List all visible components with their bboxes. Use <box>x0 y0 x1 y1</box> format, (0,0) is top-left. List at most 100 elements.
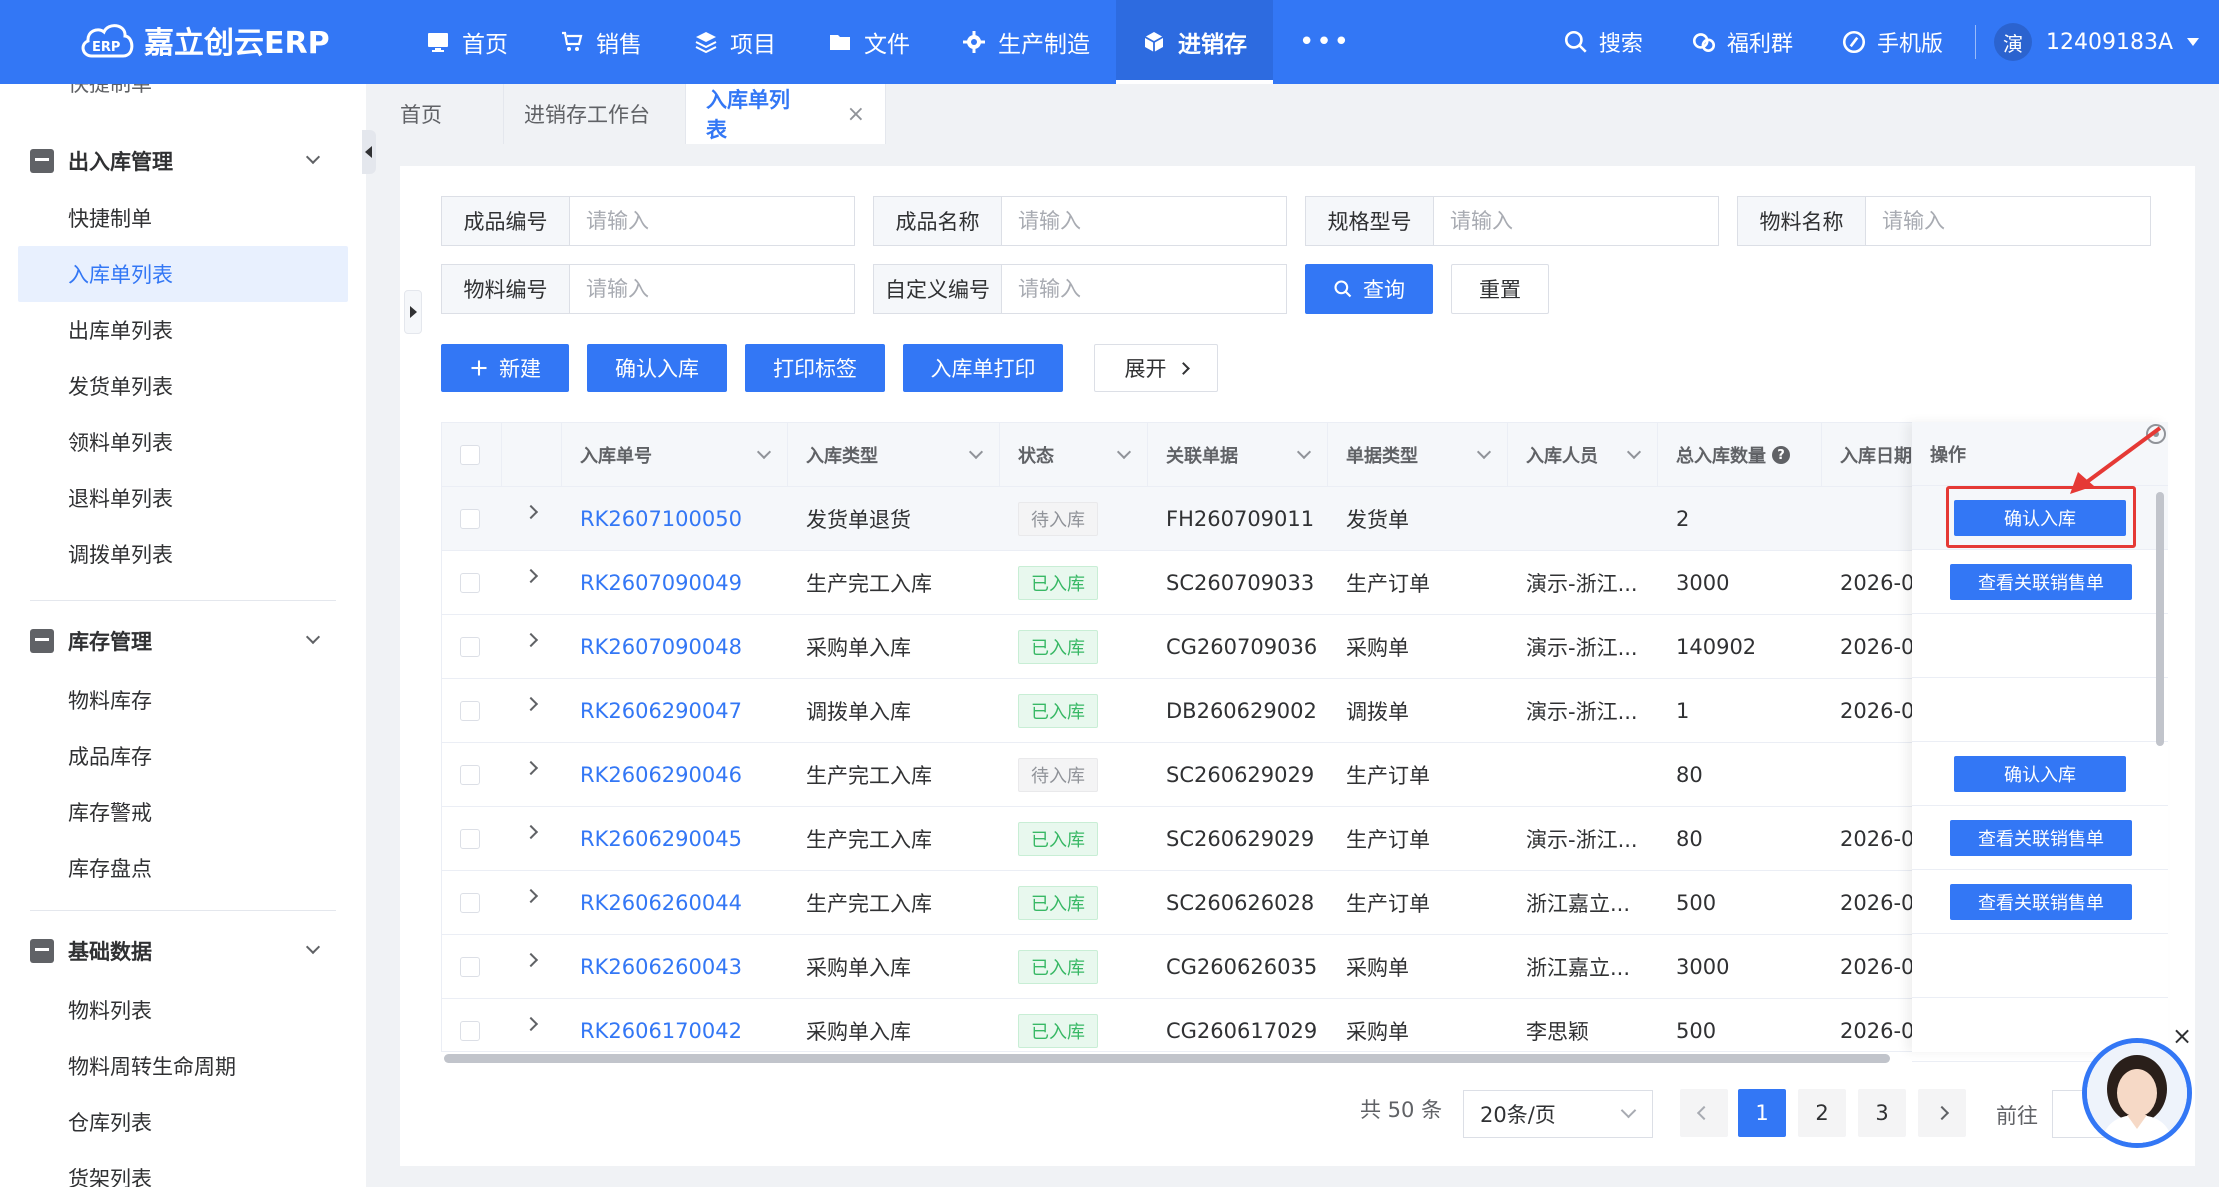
row-confirm-inbound-button[interactable]: 确认入库 <box>1954 756 2126 792</box>
row-view-sales-button[interactable]: 查看关联销售单 <box>1950 820 2132 856</box>
header-inbound-type[interactable]: 入库类型 <box>788 423 1000 487</box>
sidebar-item-shelf-list[interactable]: 货架列表 <box>18 1150 348 1187</box>
table-row[interactable]: RK2606170042 采购单入库 已入库 CG260617029 采购单 李思颖 500… <box>442 999 2167 1051</box>
cell-inbound-no-text[interactable]: RK2606290045 <box>580 827 742 851</box>
nav-project[interactable]: 项目 <box>668 0 802 84</box>
cell-inbound-no[interactable]: RK2606260043 <box>562 935 788 999</box>
spec-model-input[interactable] <box>1434 197 1718 245</box>
header-person[interactable]: 入库人员 <box>1508 423 1658 487</box>
cell-inbound-no-text[interactable]: RK2607100050 <box>580 507 742 531</box>
expand-row-icon[interactable] <box>523 696 539 712</box>
row-checkbox[interactable] <box>460 701 480 721</box>
row-checkbox[interactable] <box>460 1021 480 1041</box>
sidebar-item-stock-count[interactable]: 库存盘点 <box>18 840 348 896</box>
row-checkbox[interactable] <box>460 509 480 529</box>
product-name-input[interactable] <box>1002 197 1286 245</box>
product-code-input[interactable] <box>570 197 854 245</box>
page-size-select[interactable]: 20条/页 <box>1463 1090 1653 1138</box>
sidebar-group-stock[interactable]: 库存管理 <box>30 616 340 666</box>
reset-button[interactable]: 重置 <box>1451 264 1549 314</box>
material-name-input[interactable] <box>1866 197 2150 245</box>
mobile-version-tool[interactable]: 手机版 <box>1817 26 1967 58</box>
nav-inventory[interactable]: 进销存 <box>1116 0 1273 84</box>
sidebar-item-quick-order[interactable]: 快捷制单 <box>18 190 348 246</box>
row-checkbox[interactable] <box>460 573 480 593</box>
sidebar-cut-item[interactable]: 快捷制单 <box>68 84 152 98</box>
cell-inbound-no-text[interactable]: RK2606260043 <box>580 955 742 979</box>
expand-row-icon[interactable] <box>523 504 539 520</box>
sidebar-item-outbound-list[interactable]: 出库单列表 <box>18 302 348 358</box>
header-inbound-no[interactable]: 入库单号 <box>562 423 788 487</box>
page-1-button[interactable]: 1 <box>1738 1089 1786 1137</box>
row-view-sales-button[interactable]: 查看关联销售单 <box>1950 564 2132 600</box>
horizontal-scrollbar[interactable] <box>444 1054 1890 1063</box>
cell-inbound-no-text[interactable]: RK2606170042 <box>580 1019 742 1043</box>
close-icon[interactable]: × <box>847 102 865 127</box>
row-checkbox[interactable] <box>460 637 480 657</box>
next-page-button[interactable] <box>1918 1089 1966 1137</box>
cell-inbound-no[interactable]: RK2607090049 <box>562 551 788 615</box>
cell-inbound-no[interactable]: RK2606290045 <box>562 807 788 871</box>
expand-row-icon[interactable] <box>523 632 539 648</box>
help-icon[interactable]: ? <box>1772 446 1790 464</box>
sidebar-item-product-stock[interactable]: 成品库存 <box>18 728 348 784</box>
header-ref-doc[interactable]: 关联单据 <box>1148 423 1328 487</box>
cell-inbound-no[interactable]: RK2607100050 <box>562 487 788 551</box>
confirm-inbound-button[interactable]: 确认入库 <box>587 344 727 392</box>
tab-inventory-workbench[interactable]: 进销存工作台 <box>504 84 686 144</box>
sidebar-collapse-handle[interactable] <box>362 130 376 174</box>
row-checkbox[interactable] <box>460 957 480 977</box>
cell-inbound-no-text[interactable]: RK2607090049 <box>580 571 742 595</box>
expand-button[interactable]: 展开 <box>1094 344 1218 392</box>
vertical-scrollbar[interactable] <box>2156 492 2164 746</box>
sidebar-item-inbound-list[interactable]: 入库单列表 <box>18 246 348 302</box>
sidebar-item-material-stock[interactable]: 物料库存 <box>18 672 348 728</box>
page-3-button[interactable]: 3 <box>1858 1089 1906 1137</box>
search-tool[interactable]: 搜索 <box>1539 26 1667 58</box>
cell-inbound-no-text[interactable]: RK2607090048 <box>580 635 742 659</box>
table-row[interactable]: RK2606290047 调拨单入库 已入库 DB260629002 调拨单 演示-浙江.… <box>442 679 2167 743</box>
table-row[interactable]: RK2607090048 采购单入库 已入库 CG260709036 采购单 演示-浙江.… <box>442 615 2167 679</box>
cell-inbound-no[interactable]: RK2606260044 <box>562 871 788 935</box>
page-2-button[interactable]: 2 <box>1798 1089 1846 1137</box>
cell-inbound-no-text[interactable]: RK2606290046 <box>580 763 742 787</box>
row-view-sales-button[interactable]: 查看关联销售单 <box>1950 884 2132 920</box>
table-row[interactable]: RK2606260043 采购单入库 已入库 CG260626035 采购单 浙江嘉立..… <box>442 935 2167 999</box>
welfare-group-tool[interactable]: 福利群 <box>1667 26 1817 58</box>
sidebar-item-material-list[interactable]: 物料列表 <box>18 982 348 1038</box>
table-row[interactable]: RK2606290045 生产完工入库 已入库 SC260629029 生产订单 演示-浙… <box>442 807 2167 871</box>
new-button[interactable]: 新建 <box>441 344 569 392</box>
expand-row-icon[interactable] <box>523 824 539 840</box>
assistant-avatar[interactable] <box>2082 1038 2192 1148</box>
header-doc-type[interactable]: 单据类型 <box>1328 423 1508 487</box>
nav-home[interactable]: 首页 <box>400 0 534 84</box>
print-inbound-button[interactable]: 入库单打印 <box>903 344 1063 392</box>
filter-expand-handle[interactable] <box>404 290 422 334</box>
query-button[interactable]: 查询 <box>1305 264 1433 314</box>
cell-inbound-no-text[interactable]: RK2606260044 <box>580 891 742 915</box>
table-row[interactable]: RK2606260044 生产完工入库 已入库 SC260626028 生产订单 浙江嘉立… <box>442 871 2167 935</box>
print-label-button[interactable]: 打印标签 <box>745 344 885 392</box>
sidebar-item-delivery-list[interactable]: 发货单列表 <box>18 358 348 414</box>
expand-row-icon[interactable] <box>523 1016 539 1032</box>
material-code-input[interactable] <box>570 265 854 313</box>
header-status[interactable]: 状态 <box>1000 423 1148 487</box>
cell-inbound-no[interactable]: RK2606290046 <box>562 743 788 807</box>
sidebar-item-material-lifecycle[interactable]: 物料周转生命周期 <box>18 1038 348 1094</box>
cell-inbound-no[interactable]: RK2606170042 <box>562 999 788 1051</box>
row-checkbox[interactable] <box>460 765 480 785</box>
expand-row-icon[interactable] <box>523 888 539 904</box>
sidebar-item-warehouse-list[interactable]: 仓库列表 <box>18 1094 348 1150</box>
close-icon[interactable]: × <box>2172 1022 2192 1050</box>
custom-code-input[interactable] <box>1002 265 1286 313</box>
select-all-checkbox[interactable] <box>460 445 480 465</box>
sidebar-item-stock-alert[interactable]: 库存警戒 <box>18 784 348 840</box>
row-checkbox[interactable] <box>460 893 480 913</box>
tab-home[interactable]: 首页 <box>380 84 504 144</box>
table-row[interactable]: RK2607090049 生产完工入库 已入库 SC260709033 生产订单 演示-浙… <box>442 551 2167 615</box>
nav-more-button[interactable]: ••• <box>1273 0 1377 84</box>
nav-files[interactable]: 文件 <box>802 0 936 84</box>
table-row[interactable]: RK2606290046 生产完工入库 待入库 SC260629029 生产订单 80 <box>442 743 2167 807</box>
tab-inbound-list[interactable]: 入库单列表 × <box>686 84 886 144</box>
sidebar-group-inout[interactable]: 出入库管理 <box>30 136 340 186</box>
